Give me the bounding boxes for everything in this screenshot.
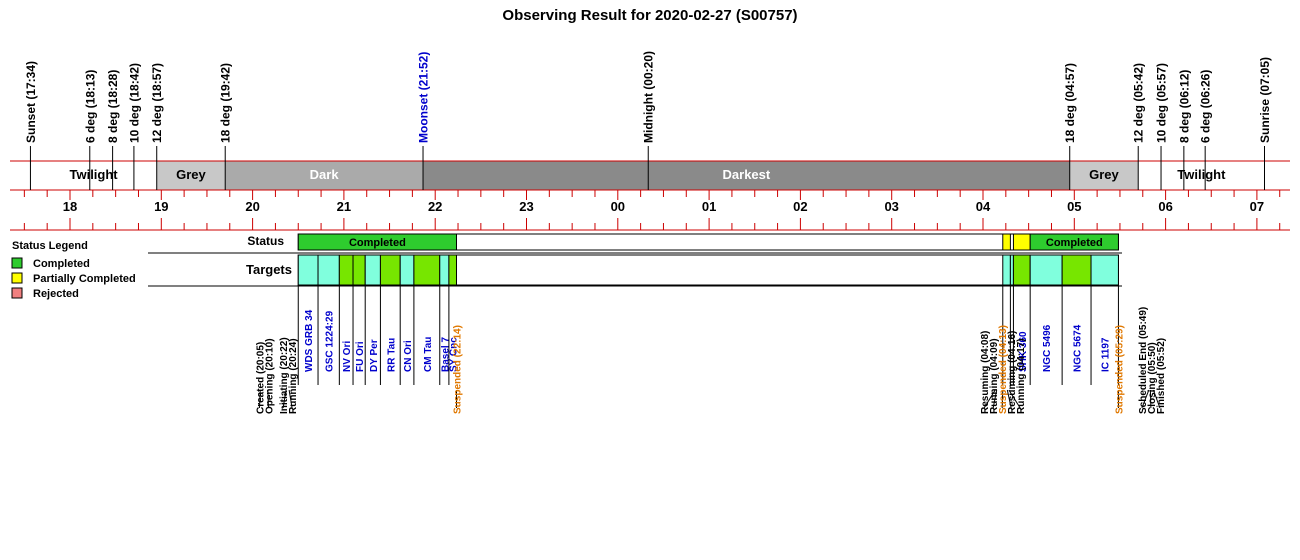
sky-condition-bands: Twilight Grey Dark Darkest Grey Twilight [10, 160, 1290, 191]
axis-hour-label: 20 [245, 199, 259, 214]
target-label: NV Ori [342, 341, 353, 372]
band-label: Twilight [70, 167, 119, 182]
axis-hour-label: 22 [428, 199, 442, 214]
legend-title: Status Legend [12, 240, 88, 252]
axis-hour-label: 19 [154, 199, 168, 214]
status-row-label: Status [247, 234, 284, 248]
legend-swatch-rejected [11, 287, 23, 299]
sky-event-label: 12 deg (05:42) [1132, 63, 1146, 143]
target-block [352, 254, 366, 286]
target-label: RR Tau [386, 338, 397, 372]
axis-hour-label: 07 [1250, 199, 1264, 214]
target-label: GSC 1224:29 [325, 310, 336, 372]
target-block [379, 254, 401, 286]
axis-hour-label: 02 [793, 199, 807, 214]
axis-hour-label: 03 [884, 199, 898, 214]
axis-hour-label: 04 [976, 199, 991, 214]
sky-event-label: Moonset (21:52) [417, 52, 431, 143]
target-block [448, 254, 458, 286]
target-label: IC 1197 [1101, 337, 1112, 372]
target-block [1012, 254, 1031, 286]
time-axis: 18 19 20 21 22 23 00 01 02 03 04 05 06 07 [10, 190, 1290, 231]
axis-hour-label: 06 [1158, 199, 1172, 214]
target-label: CM Tau [423, 337, 434, 372]
axis-hour-label: 18 [63, 199, 77, 214]
status-segment-label: Completed [1046, 237, 1103, 249]
target-label: NGC 5496 [1042, 324, 1053, 372]
event-label: Suspended (05:29) [1114, 325, 1125, 414]
event-label: Running (04:17) [1016, 338, 1027, 414]
sky-event-label: Sunrise (07:05) [1258, 57, 1272, 143]
target-block [413, 254, 441, 286]
chart-title: Observing Result for 2020-02-27 (S00757) [502, 7, 797, 24]
legend-label: Partially Completed [33, 273, 136, 285]
target-block [297, 254, 319, 286]
sky-event-label: 10 deg (05:57) [1155, 63, 1169, 143]
targets-row-label: Targets [246, 262, 292, 277]
sky-event-label: 18 deg (04:57) [1063, 63, 1077, 143]
event-label: Opening (20:10) [265, 338, 276, 414]
target-label: FU Ori [355, 341, 366, 372]
event-label: Finished (05:52) [1156, 338, 1167, 414]
status-row: Status Completed Completed [247, 233, 1119, 251]
observing-timeline-chart: Observing Result for 2020-02-27 (S00757)… [10, 7, 1290, 414]
target-block [399, 254, 415, 286]
legend-swatch-partial [11, 272, 23, 284]
status-segment-partial [1012, 233, 1031, 251]
target-label: CN Ori [403, 340, 414, 372]
target-block [439, 254, 450, 286]
status-segment-label: Completed [349, 237, 406, 249]
target-label: WDS GRB 34 [304, 309, 315, 372]
axis-hour-label: 05 [1067, 199, 1081, 214]
sky-event-label: Sunset (17:34) [24, 61, 38, 143]
band-label: Twilight [1177, 167, 1226, 182]
status-legend: Status Legend Completed Partially Complete… [11, 240, 136, 300]
sky-event-label: 8 deg (18:28) [106, 70, 120, 143]
sky-event-label: 10 deg (18:42) [127, 63, 141, 143]
sky-event-label: 6 deg (18:13) [83, 70, 97, 143]
band-label: Grey [176, 167, 206, 182]
target-label: NGC 5674 [1073, 324, 1084, 372]
target-block [364, 254, 381, 286]
event-label: Running (20:24) [288, 338, 299, 414]
legend-label: Completed [33, 258, 90, 270]
legend-swatch-completed [11, 257, 23, 269]
axis-hour-label: 23 [519, 199, 533, 214]
band-label: Darkest [723, 167, 771, 182]
axis-hour-label: 21 [337, 199, 351, 214]
legend-label: Rejected [33, 288, 79, 300]
sky-event-label: 12 deg (18:57) [150, 63, 164, 143]
sky-event-label: Midnight (00:20) [642, 51, 656, 143]
axis-hour-label: 01 [702, 199, 716, 214]
axis-hour-label: 00 [611, 199, 625, 214]
event-label: Suspended (22:14) [453, 325, 464, 414]
target-label: DY Per [369, 339, 380, 372]
target-block [317, 254, 340, 286]
band-label: Grey [1089, 167, 1119, 182]
sky-event-label: 6 deg (06:26) [1199, 70, 1213, 143]
target-block [1029, 254, 1063, 286]
status-segment-partial [1002, 233, 1011, 251]
target-block [338, 254, 354, 286]
sky-event-label: 18 deg (19:42) [219, 63, 233, 143]
target-block [1061, 254, 1092, 286]
target-block [1090, 254, 1119, 286]
target-block [1002, 254, 1011, 286]
band-label: Dark [310, 167, 340, 182]
sky-event-label: 8 deg (06:12) [1177, 70, 1191, 143]
